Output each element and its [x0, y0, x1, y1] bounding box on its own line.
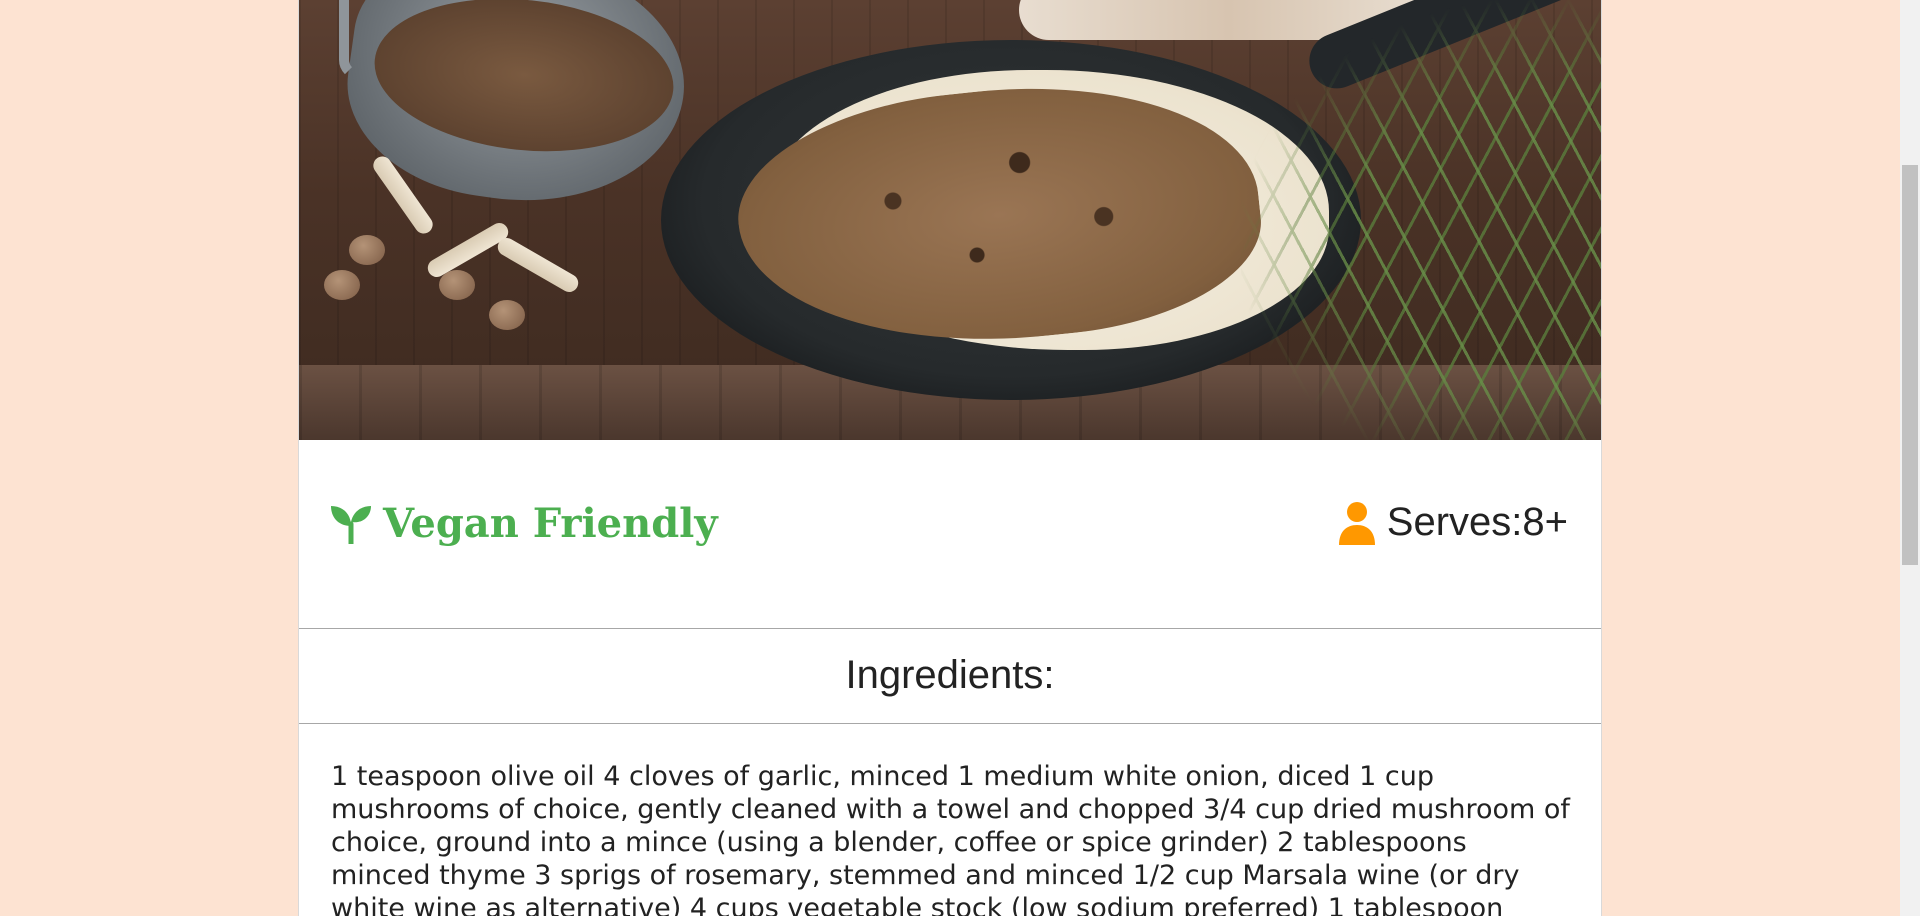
recipe-card: Vegan Friendly Serves:8+ Ingredients: 1 …	[298, 0, 1602, 916]
seedling-icon	[329, 504, 373, 544]
mushroom-cap	[324, 270, 360, 300]
scrollbar-thumb[interactable]	[1902, 165, 1918, 565]
vegan-label: Vegan Friendly	[383, 500, 718, 547]
rosemary-sprigs	[1241, 0, 1601, 440]
divider	[299, 723, 1601, 724]
serves-info: Serves:8+	[1337, 500, 1568, 545]
serves-label: Serves:8+	[1386, 500, 1568, 544]
enoki-mushroom	[494, 234, 582, 296]
vegan-badge: Vegan Friendly	[329, 500, 718, 547]
vertical-scrollbar[interactable]	[1900, 0, 1920, 916]
hero-food-image	[299, 0, 1601, 440]
recipe-info-bar: Vegan Friendly Serves:8+	[299, 440, 1601, 628]
ingredients-list-text: 1 teaspoon olive oil 4 cloves of garlic,…	[331, 761, 1570, 916]
page: Vegan Friendly Serves:8+ Ingredients: 1 …	[0, 0, 1920, 916]
mushroom-cap	[349, 235, 385, 265]
ingredients-heading: Ingredients:	[845, 653, 1055, 697]
user-icon	[1337, 501, 1377, 545]
mushroom-cap	[489, 300, 525, 330]
mushroom-cap	[439, 270, 475, 300]
